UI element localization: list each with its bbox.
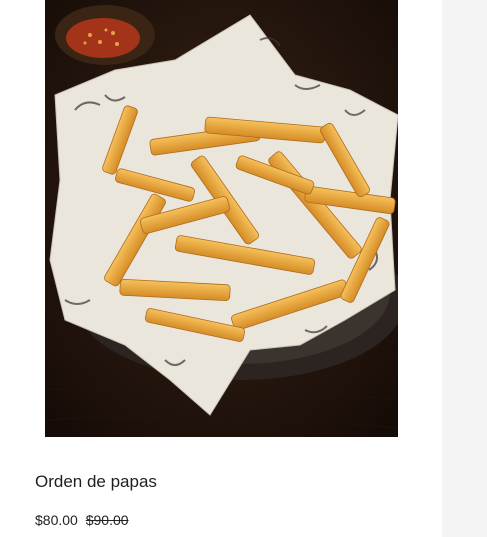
product-image[interactable] (45, 0, 398, 437)
price-row: $80.00 $90.00 (35, 512, 129, 528)
page-gutter (442, 0, 487, 537)
product-title[interactable]: Orden de papas (35, 472, 157, 492)
original-price: $90.00 (85, 512, 129, 528)
current-price: $80.00 (35, 512, 78, 528)
product-card: Orden de papas $80.00 $90.00 (0, 0, 442, 537)
